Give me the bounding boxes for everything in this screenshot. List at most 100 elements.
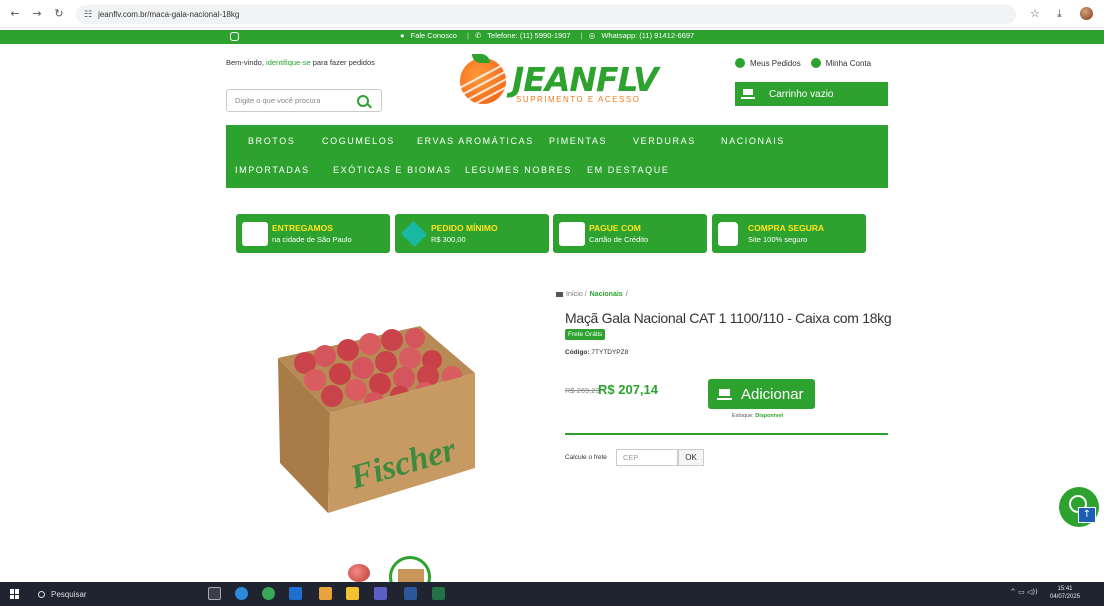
product-code-value: 7TYTDYPZ8 (591, 349, 629, 356)
lock-icon (718, 222, 738, 246)
contact-link[interactable]: Fale Conosco (411, 31, 457, 40)
product-code: Código: 7TYTDYPZ8 (565, 349, 628, 356)
excel-icon[interactable] (432, 587, 445, 600)
product-image[interactable]: Fischer (270, 318, 485, 518)
cart-label: Carrinho vazio (769, 88, 834, 100)
nav-item-legumes[interactable]: LEGUMES NOBRES (465, 165, 572, 175)
benefit-secure: COMPRA SEGURA Site 100% seguro (712, 214, 866, 253)
calc-shipping-button[interactable]: OK (678, 449, 704, 466)
nav-item-nacionais[interactable]: NACIONAIS (721, 136, 785, 146)
benefit-minimum-order: PEDIDO MÍNIMO R$ 300,00 (395, 214, 549, 253)
edge-icon[interactable] (235, 587, 248, 600)
task-view-icon[interactable] (208, 587, 221, 600)
browser-toolbar: ← → ↻ ☷ jeanflv.com.br/maca-gala-naciona… (0, 0, 1104, 28)
taskbar-clock[interactable]: 15:41 04/07/2025 (1050, 585, 1080, 601)
scroll-top-icon[interactable]: ↑ (1078, 507, 1096, 523)
cart-icon (741, 89, 755, 99)
taskbar-search[interactable]: Pesquisar (30, 587, 198, 601)
forward-icon[interactable]: → (30, 7, 44, 21)
nav-item-cogumelos[interactable]: COGUMELOS (322, 136, 395, 146)
search-icon (38, 590, 45, 598)
system-tray-icons[interactable]: ^ ▭ ◁)) (1010, 588, 1038, 596)
benefit-title: ENTREGAMOS (272, 223, 333, 233)
nav-item-pimentas[interactable]: PIMENTAS (549, 136, 607, 146)
contact-bar: ● Fale Conosco | ✆ Telefone: (11) 5990-1… (0, 30, 1104, 44)
stock-value: Disponível (755, 413, 784, 419)
nav-item-verduras[interactable]: VERDURAS (633, 136, 696, 146)
separator: | (580, 31, 583, 40)
whatsapp-icon: ◎ (588, 31, 596, 40)
orders-icon (735, 58, 745, 68)
folder-icon (556, 292, 563, 297)
product-thumbnails (345, 556, 435, 598)
search-box[interactable]: Digite o que você procura (226, 89, 382, 112)
welcome-prefix: Bem-vindo, (226, 58, 264, 67)
benefit-title: PEDIDO MÍNIMO (431, 223, 498, 233)
app-icon[interactable] (319, 587, 332, 600)
outlook-icon[interactable] (289, 587, 302, 600)
benefit-payment: PAGUE COM Cartão de Crédito (553, 214, 707, 253)
account-links: Meus Pedidos Minha Conta (735, 58, 871, 68)
search-icon[interactable] (357, 94, 369, 107)
benefit-subtitle: R$ 300,00 (431, 235, 466, 244)
clock-time: 15:41 (1057, 586, 1073, 592)
site-logo[interactable]: JEANFLV SUPRIMENTO E ACESSO (460, 54, 660, 110)
whatsapp-text[interactable]: Whatsapp: (11) 91412-6697 (601, 31, 694, 40)
user-icon (810, 58, 821, 68)
stock-status: Estoque: Disponível (732, 413, 783, 419)
shipping-calc-label: Calcule o frete (565, 454, 607, 461)
section-divider (565, 433, 888, 435)
thumbnail-apples[interactable] (348, 564, 370, 582)
bookmark-star-icon[interactable]: ☆ (1030, 7, 1040, 20)
site-info-icon[interactable]: ☷ (84, 10, 92, 20)
brand-tagline: SUPRIMENTO E ACESSO (516, 95, 641, 104)
back-icon[interactable]: ← (8, 7, 22, 21)
nav-item-destaque[interactable]: EM DESTAQUE (587, 165, 669, 175)
nav-item-exoticas[interactable]: EXÓTICAS E BIOMAS (333, 165, 452, 175)
login-link[interactable]: identifique-se (266, 58, 311, 67)
word-icon[interactable] (404, 587, 417, 600)
whatsapp-float-button[interactable]: ↑ (1059, 487, 1099, 527)
chat-icon: ● (400, 31, 405, 40)
profile-avatar[interactable] (1080, 7, 1093, 20)
category-nav: BROTOS COGUMELOS ERVAS AROMÁTICAS PIMENT… (226, 125, 888, 188)
address-bar-url: jeanflv.com.br/maca-gala-nacional-18kg (98, 10, 240, 19)
add-to-cart-button[interactable]: Adicionar (708, 379, 815, 409)
nav-item-brotos[interactable]: BROTOS (248, 136, 295, 146)
nav-item-ervas[interactable]: ERVAS AROMÁTICAS (417, 136, 534, 146)
nav-item-importadas[interactable]: IMPORTADAS (235, 165, 310, 175)
my-account-link[interactable]: Minha Conta (826, 59, 871, 68)
reload-icon[interactable]: ↻ (52, 7, 66, 21)
product-code-label: Código: (565, 349, 590, 356)
address-bar[interactable]: ☷ jeanflv.com.br/maca-gala-nacional-18kg (76, 5, 1016, 24)
taskbar-search-label: Pesquisar (51, 589, 87, 599)
breadcrumb-home[interactable]: Início (566, 291, 583, 298)
brand-name: JEANFLV (512, 60, 659, 99)
teams-icon[interactable] (374, 587, 387, 600)
separator: | (467, 31, 469, 40)
welcome-message: Bem-vindo, identifique-se para fazer ped… (226, 58, 376, 67)
benefit-subtitle: Cartão de Crédito (589, 235, 649, 244)
old-price: R$ 269,23 (565, 386, 600, 395)
add-to-cart-label: Adicionar (741, 385, 804, 403)
cep-input[interactable]: CEP (616, 449, 678, 466)
my-orders-link[interactable]: Meus Pedidos (750, 59, 801, 68)
search-input[interactable]: Digite o que você procura (235, 96, 357, 105)
product-title: Maçã Gala Nacional CAT 1 1100/110 - Caix… (565, 310, 892, 326)
benefit-delivery: ENTREGAMOS na cidade de São Paulo (236, 214, 390, 253)
diamond-icon (400, 220, 428, 248)
windows-start-icon[interactable] (10, 589, 20, 599)
instagram-icon[interactable] (230, 32, 239, 41)
breadcrumb-category[interactable]: Nacionais (590, 291, 623, 298)
contact-links: ● Fale Conosco | ✆ Telefone: (11) 5990-1… (400, 31, 698, 40)
chrome-icon[interactable] (262, 587, 275, 600)
download-icon[interactable]: ⤓ (1057, 7, 1062, 21)
breadcrumb-separator: / (625, 291, 628, 298)
benefit-title: COMPRA SEGURA (748, 223, 825, 233)
file-explorer-icon[interactable] (346, 587, 359, 600)
free-shipping-badge: Frete Grátis (565, 329, 606, 340)
cart-button[interactable]: Carrinho vazio (735, 82, 888, 106)
benefit-title: PAGUE COM (589, 223, 641, 233)
truck-icon (242, 222, 268, 246)
breadcrumb: Início / Nacionais / (556, 291, 628, 298)
